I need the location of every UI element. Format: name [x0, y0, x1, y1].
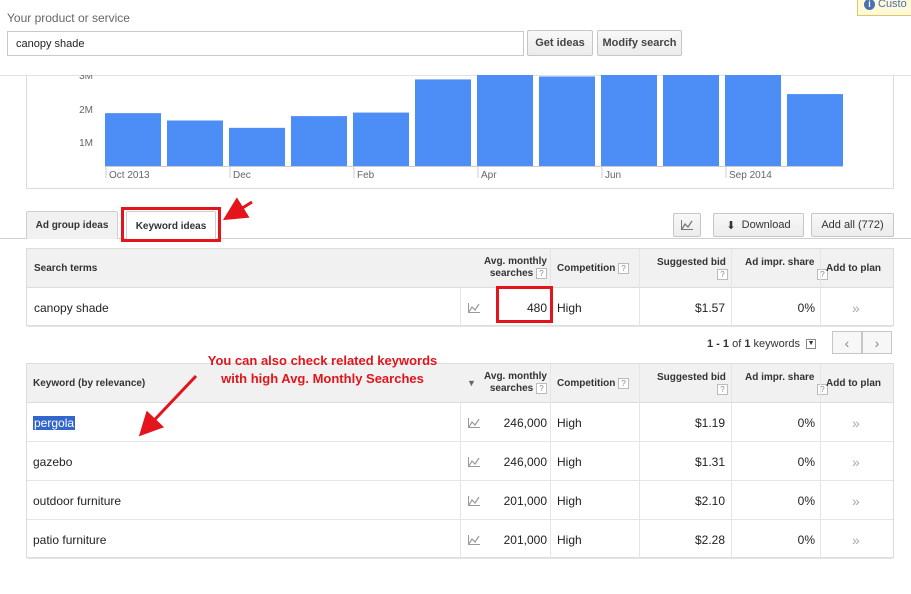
arrow-to-keyword-ideas-tab	[222, 197, 253, 221]
arrow-to-pergola	[138, 374, 198, 437]
annotation-arrows	[138, 197, 253, 437]
